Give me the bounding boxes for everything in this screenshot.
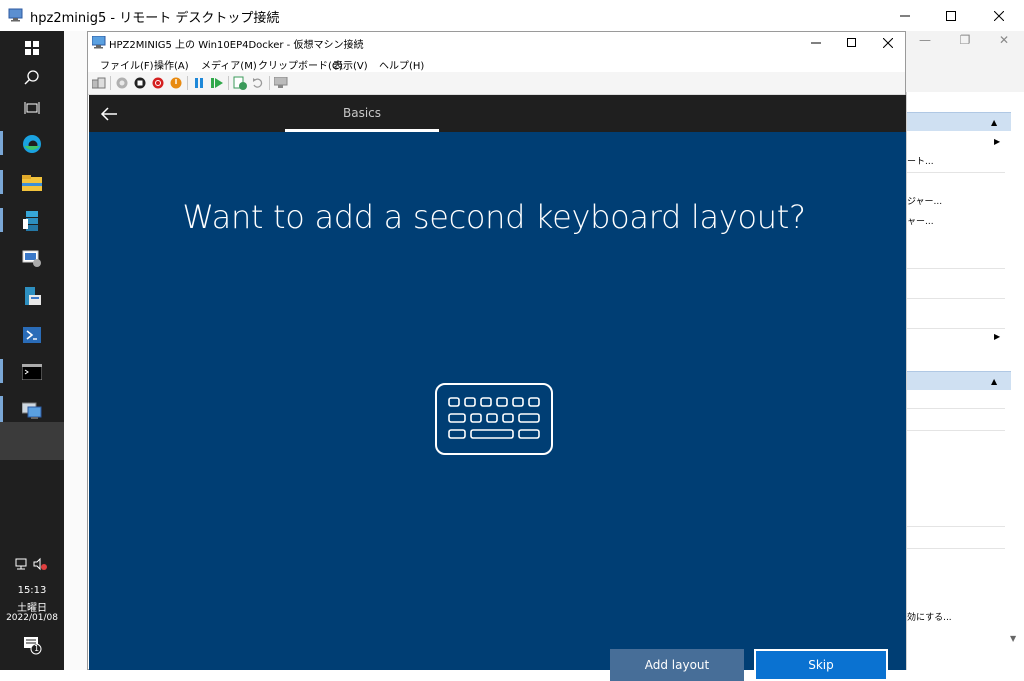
menu-view[interactable]: 表示(V) [333, 57, 368, 72]
oobe-header: Basics [89, 95, 906, 132]
active-app-indicator [0, 208, 3, 232]
server-manager-icon[interactable] [16, 207, 48, 235]
system-tray [0, 557, 64, 574]
toolbar-separator [269, 76, 270, 90]
vm-close-button[interactable] [870, 32, 906, 54]
windows-start-icon[interactable] [16, 34, 48, 62]
action-item[interactable]: ジャー... [907, 194, 942, 207]
host-close-button[interactable]: ✕ [985, 31, 1023, 49]
resume-icon[interactable] [210, 76, 224, 90]
rdp-title-bar: hpz2minig5 - リモート デスクトップ接続 [0, 0, 1024, 31]
ctrl-alt-del-icon[interactable] [92, 76, 106, 90]
remote-desktop-icon [8, 8, 24, 22]
turn-off-icon[interactable] [133, 76, 147, 90]
menu-media[interactable]: メディア(M) [201, 57, 257, 72]
scroll-down-icon[interactable]: ▼ [1010, 634, 1016, 643]
divider [907, 526, 1005, 527]
keyboard-icon [435, 383, 553, 455]
revert-icon[interactable] [251, 76, 265, 90]
vm-connection-icon [91, 35, 106, 52]
network-icon[interactable] [12, 557, 52, 571]
host-left-pane [64, 31, 89, 670]
start-vm-icon[interactable] [115, 76, 129, 90]
vm-window-title: HPZ2MINIG5 上の Win10EP4Docker - 仮想マシン接続 [109, 40, 364, 51]
divider [907, 328, 1005, 329]
task-view-icon[interactable] [16, 94, 48, 122]
action-item[interactable]: 効にする... [907, 610, 952, 623]
active-app-indicator [0, 396, 3, 422]
chevron-right-icon[interactable]: ▶ [994, 137, 1000, 146]
active-app-indicator [0, 131, 3, 155]
vm-menu-bar: ファイル(F) 操作(A) メディア(M) クリップボード(C) 表示(V) ヘ… [88, 54, 905, 72]
toolbar-separator [228, 76, 229, 90]
divider [907, 430, 1005, 431]
cmd-icon[interactable] [16, 358, 48, 386]
notification-count: 1 [34, 644, 40, 653]
enhanced-session-icon[interactable] [274, 76, 288, 90]
file-explorer-icon[interactable] [16, 169, 48, 197]
collapse-up-icon[interactable]: ▲ [991, 118, 997, 127]
active-app-indicator [0, 359, 3, 383]
hyper-v-manager-icon[interactable] [16, 396, 48, 424]
menu-clipboard[interactable]: クリップボード(C) [258, 57, 343, 72]
save-state-icon[interactable] [169, 76, 183, 90]
divider [907, 298, 1005, 299]
vm-connection-window: HPZ2MINIG5 上の Win10EP4Docker - 仮想マシン接続 フ… [87, 31, 906, 681]
clock-date[interactable]: 2022/01/08 [0, 613, 64, 623]
divider [907, 408, 1005, 409]
oobe-screen: Basics Want to add a second keyboard lay… [89, 95, 906, 681]
toolbar-separator [110, 76, 111, 90]
shut-down-icon[interactable] [151, 76, 165, 90]
notification-center-icon[interactable]: 1 [0, 636, 64, 659]
minimize-button[interactable] [882, 0, 928, 31]
active-app-indicator [0, 170, 3, 194]
powershell-icon[interactable] [16, 321, 48, 349]
edge-icon[interactable] [16, 130, 48, 158]
menu-action[interactable]: 操作(A) [154, 57, 189, 72]
host-actions-pane: ート... ジャー... ャー... 効にする... [906, 92, 1024, 670]
step-progress-underline [285, 129, 439, 132]
toolbar-separator [187, 76, 188, 90]
chevron-right-icon[interactable]: ▶ [994, 332, 1000, 341]
taskbar: 15:13 土曜日 2022/01/08 1 [0, 31, 64, 670]
vm-minimize-button[interactable] [798, 32, 834, 54]
divider [907, 548, 1005, 549]
vm-toolbar [88, 72, 905, 95]
pause-icon[interactable] [192, 76, 206, 90]
close-button[interactable] [976, 0, 1022, 31]
skip-button[interactable]: Skip [754, 649, 888, 681]
divider [907, 268, 1005, 269]
step-label-basics: Basics [342, 106, 382, 120]
search-icon[interactable] [16, 64, 48, 92]
host-restore-button[interactable]: ❐ [946, 31, 984, 49]
checkpoint-icon[interactable] [233, 76, 247, 90]
menu-file[interactable]: ファイル(F) [100, 57, 154, 72]
rdp-window-title: hpz2minig5 - リモート デスクトップ接続 [30, 11, 280, 26]
vm-maximize-button[interactable] [834, 32, 870, 54]
back-arrow-icon[interactable] [99, 104, 119, 124]
divider [907, 172, 1005, 173]
add-layout-button[interactable]: Add layout [610, 649, 744, 681]
oobe-heading: Want to add a second keyboard layout? [182, 198, 806, 236]
remote-desktop-icon[interactable] [16, 245, 48, 273]
action-item[interactable]: ート... [907, 154, 934, 167]
vm-title-bar: HPZ2MINIG5 上の Win10EP4Docker - 仮想マシン接続 [88, 32, 905, 54]
menu-help[interactable]: ヘルプ(H) [379, 57, 424, 72]
host-minimize-button[interactable]: — [906, 31, 944, 49]
clock-time[interactable]: 15:13 [0, 585, 64, 596]
file-server-icon[interactable] [16, 283, 48, 311]
action-item[interactable]: ャー... [907, 214, 934, 227]
maximize-button[interactable] [928, 0, 974, 31]
collapse-up-icon[interactable]: ▲ [991, 377, 997, 386]
clock-day[interactable]: 土曜日 [0, 599, 64, 614]
taskbar-selected-highlight [0, 422, 64, 460]
